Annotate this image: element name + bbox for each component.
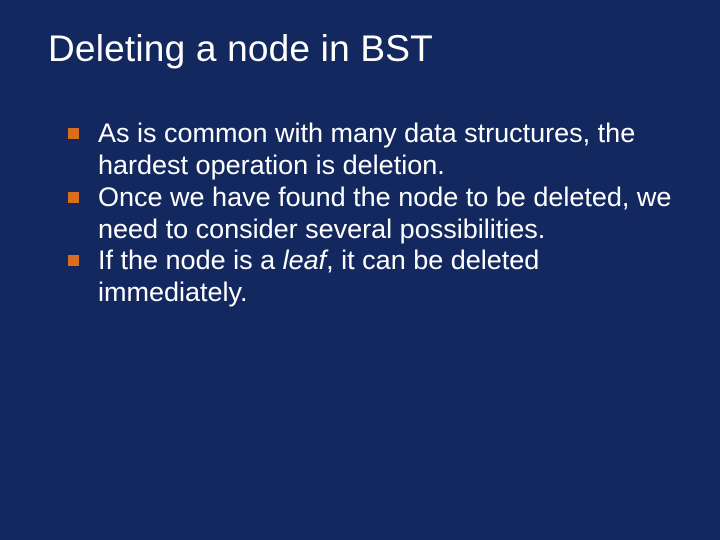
list-item: As is common with many data structures, … bbox=[68, 118, 672, 182]
bullet-text: As is common with many data structures, … bbox=[98, 118, 635, 180]
bullet-list: As is common with many data structures, … bbox=[48, 118, 672, 309]
slide: Deleting a node in BST As is common with… bbox=[0, 0, 720, 540]
slide-title: Deleting a node in BST bbox=[48, 28, 672, 70]
bullet-text: Once we have found the node to be delete… bbox=[98, 182, 671, 244]
bullet-text: If the node is a bbox=[98, 245, 283, 275]
list-item: If the node is a leaf, it can be deleted… bbox=[68, 245, 672, 309]
list-item: Once we have found the node to be delete… bbox=[68, 182, 672, 246]
bullet-italic: leaf bbox=[283, 245, 327, 275]
